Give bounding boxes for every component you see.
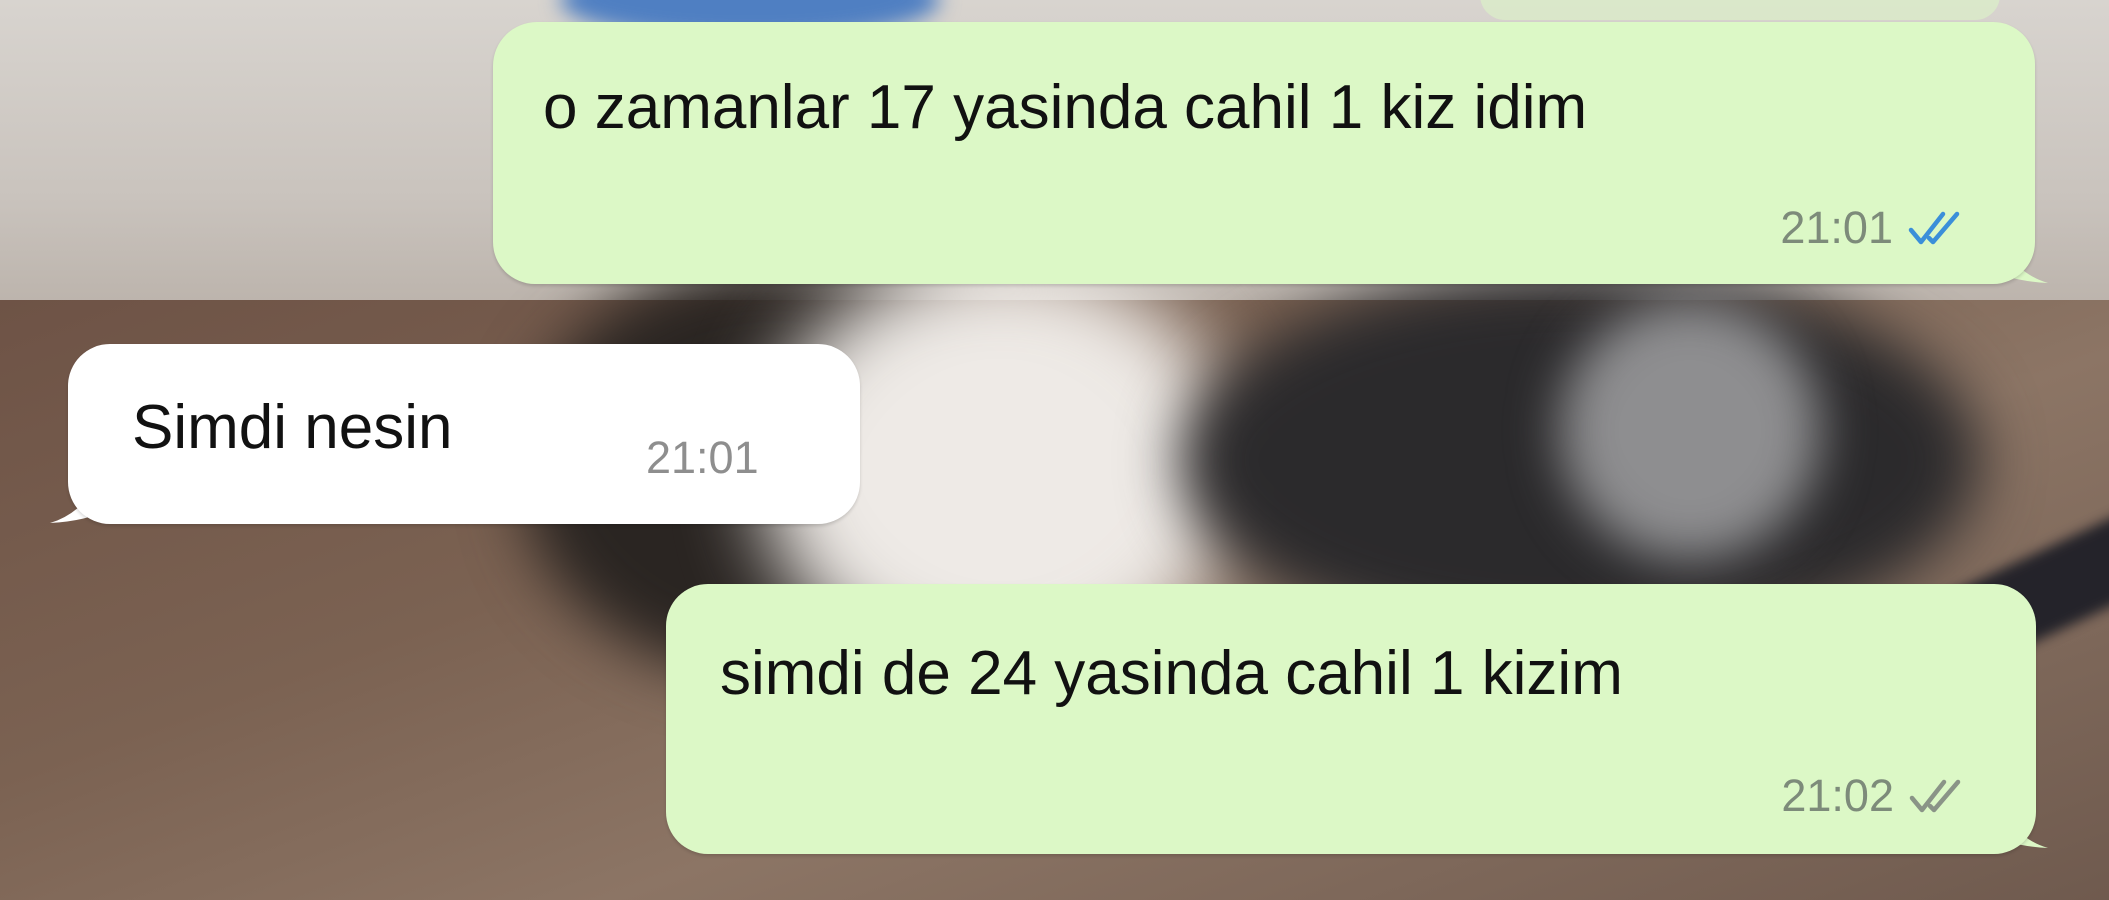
double-check-delivered-icon: [1908, 776, 1966, 816]
message-bubble-outgoing[interactable]: o zamanlar 17 yasinda cahil 1 kiz idim 2…: [493, 22, 2035, 284]
message-bubble-outgoing[interactable]: simdi de 24 yasinda cahil 1 kizim 21:02: [666, 584, 2036, 854]
double-check-read-icon: [1907, 208, 1965, 248]
message-bubble-incoming[interactable]: Simdi nesin 21:01: [68, 344, 860, 524]
message-text: simdi de 24 yasinda cahil 1 kizim: [720, 639, 1623, 708]
wallpaper-blur-shape: [1560, 300, 1820, 560]
message-meta: 21:01: [646, 432, 759, 484]
message-time: 21:02: [1781, 770, 1894, 821]
message-meta: 21:01: [1780, 202, 1965, 254]
message-meta: 21:02: [1781, 770, 1966, 822]
clipped-bubble-edge: [1480, 0, 2000, 20]
message-text: o zamanlar 17 yasinda cahil 1 kiz idim: [543, 73, 1588, 142]
message-time: 21:01: [646, 432, 759, 483]
message-text: Simdi nesin: [132, 393, 453, 462]
message-time: 21:01: [1780, 202, 1893, 253]
